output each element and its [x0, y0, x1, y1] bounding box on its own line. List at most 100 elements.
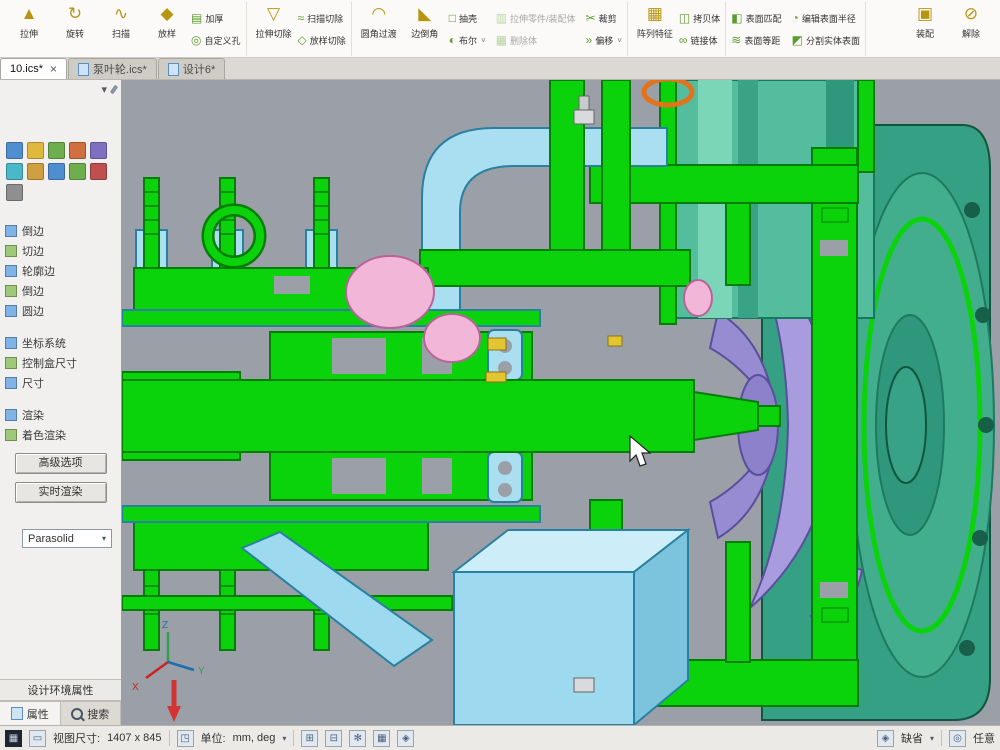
surface-offset-icon: ≋: [731, 34, 741, 46]
ribbon-group-shape: ▲ 拉伸 ↻ 旋转 ∿ 扫描 ◆ 放样 ▤ 加厚 ◎ 自定义孔: [2, 2, 247, 56]
status-tool-icon[interactable]: ⊟: [325, 730, 342, 747]
loft-cut-button[interactable]: ◇ 放样切除: [298, 31, 346, 49]
status-tool-icon[interactable]: ⊞: [301, 730, 318, 747]
triad-y-label: Y: [198, 666, 205, 677]
status-tool-icon[interactable]: ▦: [373, 730, 390, 747]
fillet-button[interactable]: ◠ 圆角过渡: [357, 2, 401, 54]
panel-tool-icon[interactable]: [27, 163, 44, 180]
status-tool-icon[interactable]: ✻: [349, 730, 366, 747]
link-body-button[interactable]: ∞ 链接体: [679, 31, 720, 49]
boolean-button[interactable]: ◐ 布尔 ˅: [449, 31, 486, 49]
extrude-button[interactable]: ▲ 拉伸: [7, 2, 51, 54]
advanced-options-button[interactable]: 高级选项: [15, 453, 107, 474]
surface-match-icon: ◧: [731, 12, 742, 24]
document-tabbar: 10.ics* × 泵叶轮.ics* 设计6*: [0, 58, 1000, 80]
viewport[interactable]: Z Y X: [122, 80, 1000, 725]
panel-tool-icon[interactable]: [90, 163, 107, 180]
tree-item[interactable]: 圆边: [0, 301, 121, 321]
tree-item[interactable]: 渲染: [0, 405, 121, 425]
option-icon: [5, 429, 17, 441]
kernel-dropdown[interactable]: Parasolid ▾: [22, 529, 112, 548]
panel-tool-icon[interactable]: [6, 163, 23, 180]
sweep-cut-button[interactable]: ≈ 扫描切除: [298, 9, 346, 27]
option-icon: [5, 357, 17, 369]
casing-bore: [820, 582, 848, 598]
option-icon: [5, 285, 17, 297]
design-env-properties-button[interactable]: 设计环境属性: [0, 679, 121, 701]
chevron-down-icon: ˅: [617, 36, 622, 45]
collapse-icon[interactable]: ▾: [101, 83, 107, 96]
split-solid-surface-button[interactable]: ◩ 分割实体表面: [792, 31, 860, 49]
panel-toolbar: [0, 138, 120, 205]
delete-body-button[interactable]: ▦ 删除体: [496, 31, 576, 49]
surface-offset-button[interactable]: ≋ 表面等距: [731, 31, 781, 49]
extrude-cut-button[interactable]: ▽ 拉伸切除: [252, 2, 296, 54]
trim-button[interactable]: ✂ 裁剪: [586, 9, 622, 27]
option-icon: [5, 409, 17, 421]
snap-mode-label[interactable]: 任意: [973, 730, 995, 746]
panel-tool-icon[interactable]: [48, 163, 65, 180]
tree-item[interactable]: 坐标系统: [0, 333, 121, 353]
close-icon[interactable]: ×: [50, 64, 57, 74]
ribbon-group-surface: ◧ 表面匹配 ≋ 表面等距 ◔ 编辑表面半径 ◩ 分割实体表面: [726, 2, 866, 56]
chevron-down-icon[interactable]: ▾: [930, 734, 934, 743]
panel-tool-icon[interactable]: [27, 142, 44, 159]
panel-tool-icon[interactable]: [69, 163, 86, 180]
thicken-button[interactable]: ▤ 加厚: [191, 9, 241, 27]
surface-match-button[interactable]: ◧ 表面匹配: [731, 9, 781, 27]
loft-button[interactable]: ◆ 放样: [145, 2, 189, 54]
shell-button[interactable]: □ 抽壳: [449, 9, 486, 27]
tree-item[interactable]: 轮廓边: [0, 261, 121, 281]
panel-tool-icon[interactable]: [69, 142, 86, 159]
pin-icon[interactable]: [110, 84, 118, 94]
document-tab[interactable]: 设计6*: [158, 58, 225, 79]
tree-item[interactable]: 着色渲染: [0, 425, 121, 445]
custom-hole-icon: ◎: [191, 34, 201, 46]
panel-tool-icon[interactable]: [48, 142, 65, 159]
chamfer-icon: ◣: [418, 2, 431, 26]
edit-surface-radius-button[interactable]: ◔ 编辑表面半径: [792, 9, 860, 27]
chevron-down-icon[interactable]: ▾: [282, 734, 286, 743]
app-icon[interactable]: ▦: [5, 730, 22, 747]
support-foot: [454, 530, 688, 725]
option-icon: [5, 265, 17, 277]
tree-item[interactable]: 控制盒尺寸: [0, 353, 121, 373]
extrude-part-assembly-icon: ▥: [496, 12, 507, 24]
extrude-cut-icon: ▽: [267, 2, 280, 26]
tree-item[interactable]: 切边: [0, 241, 121, 261]
tab-properties[interactable]: 属性: [0, 702, 61, 725]
ribbon-group-assembly: ▣ 装配 ⊘ 解除: [898, 2, 998, 56]
document-tab[interactable]: 10.ics* ×: [0, 58, 67, 79]
copy-body-button[interactable]: ◫ 拷贝体: [679, 9, 720, 27]
boolean-icon: ◐: [449, 34, 456, 46]
tree-item[interactable]: 倒边: [0, 221, 121, 241]
properties-icon: [11, 707, 23, 720]
sweep-cut-icon: ≈: [298, 12, 305, 24]
pattern-feature-button[interactable]: ▦ 阵列特征: [633, 2, 677, 54]
assemble-button[interactable]: ▣ 装配: [903, 2, 947, 54]
panel-tool-icon[interactable]: [90, 142, 107, 159]
status-tool-icon[interactable]: ◈: [397, 730, 414, 747]
offset-icon: »: [586, 34, 593, 46]
offset-button[interactable]: » 偏移 ˅: [586, 31, 622, 49]
profile-label[interactable]: 缺省: [901, 730, 923, 746]
panel-tool-icon[interactable]: [6, 142, 23, 159]
extrude-part-assembly-button[interactable]: ▥ 拉伸零件/装配体: [496, 9, 576, 27]
chamfer-button[interactable]: ◣ 边倒角: [403, 2, 447, 54]
ribbon-group-pattern: ▦ 阵列特征 ◫ 拷贝体 ∞ 链接体: [628, 2, 726, 56]
unit-value[interactable]: mm, deg: [233, 732, 276, 744]
custom-hole-button[interactable]: ◎ 自定义孔: [191, 31, 241, 49]
ribbon-group-modify: ◠ 圆角过渡 ◣ 边倒角 □ 抽壳 ◐ 布尔 ˅ ▥ 拉伸零件/装配体 ▦ 删除…: [352, 2, 628, 56]
revolve-button[interactable]: ↻ 旋转: [53, 2, 97, 54]
release-button[interactable]: ⊘ 解除: [949, 2, 993, 54]
panel-tool-icon[interactable]: [6, 184, 23, 201]
viewport-canvas[interactable]: Z Y X: [122, 80, 1000, 725]
tab-search[interactable]: 搜索: [61, 702, 122, 725]
sweep-button[interactable]: ∿ 扫描: [99, 2, 143, 54]
document-tab[interactable]: 泵叶轮.ics*: [68, 58, 157, 79]
release-icon: ⊘: [964, 2, 978, 26]
realtime-render-button[interactable]: 实时渲染: [15, 482, 107, 503]
tree-item[interactable]: 倒边: [0, 281, 121, 301]
tree-item[interactable]: 尺寸: [0, 373, 121, 393]
extrude-icon: ▲: [21, 2, 38, 26]
